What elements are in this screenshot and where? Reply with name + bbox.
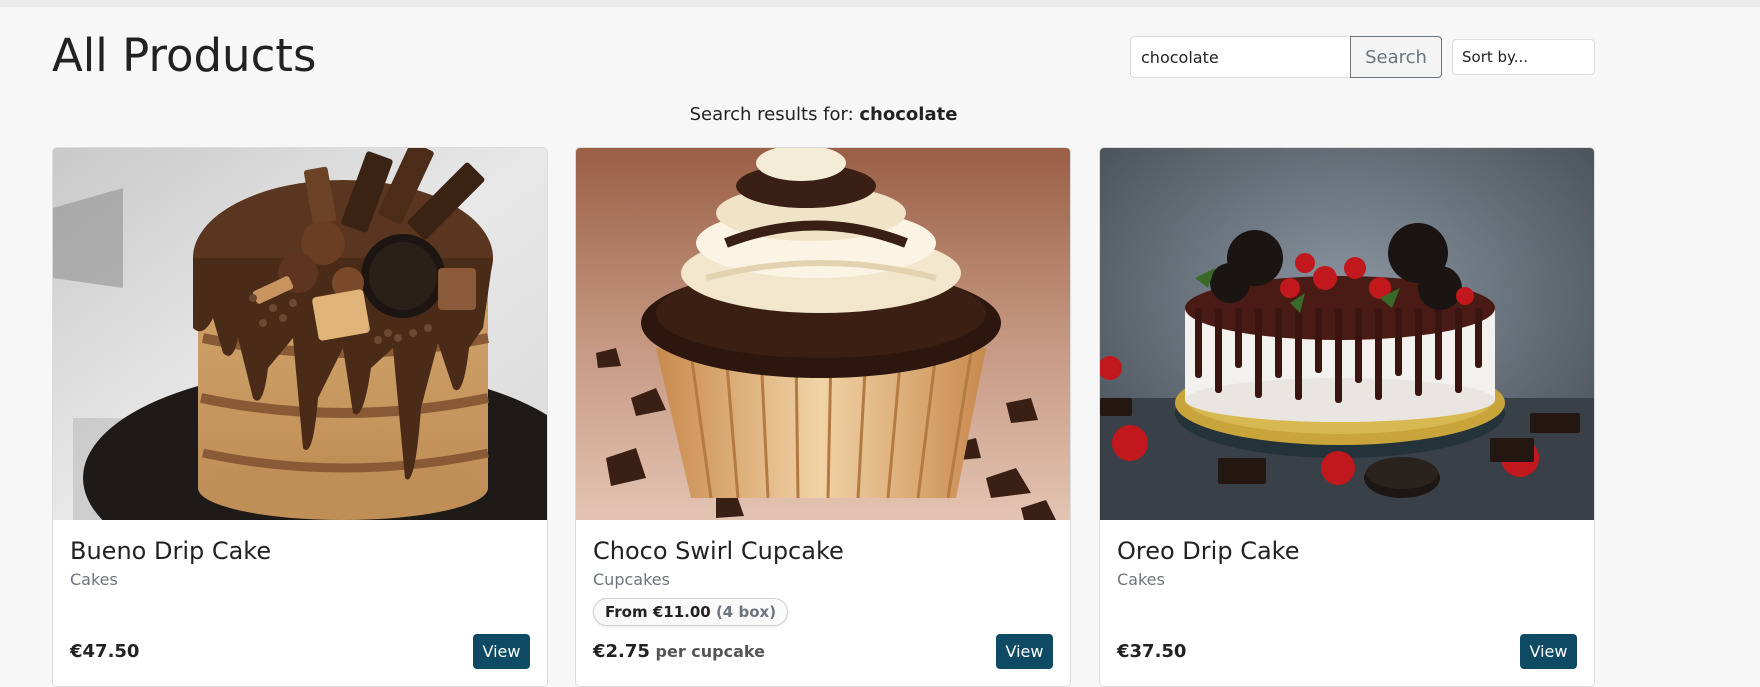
product-price: €37.50 <box>1117 640 1186 664</box>
price-amount: €2.75 <box>593 641 650 662</box>
page-title: All Products <box>52 29 317 82</box>
product-name[interactable]: Choco Swirl Cupcake <box>593 535 844 567</box>
top-bar <box>0 0 1760 7</box>
product-card[interactable]: Oreo Drip Cake Cakes €37.50 View <box>1099 147 1595 687</box>
product-price: €2.75 per cupcake <box>593 640 765 664</box>
product-name[interactable]: Bueno Drip Cake <box>70 535 271 567</box>
product-image[interactable] <box>576 148 1070 520</box>
sort-select[interactable]: Sort by... <box>1452 39 1595 75</box>
product-card[interactable]: Bueno Drip Cake Cakes €47.50 View <box>52 147 548 687</box>
search-button[interactable]: Search <box>1350 36 1442 78</box>
product-card[interactable]: Choco Swirl Cupcake Cupcakes From €11.00… <box>575 147 1071 687</box>
search-results-summary: Search results for: chocolate <box>52 103 1595 127</box>
product-category: Cupcakes <box>593 570 670 589</box>
badge-extra: (4 box) <box>710 603 777 621</box>
view-button[interactable]: View <box>996 634 1053 669</box>
product-price: €47.50 <box>70 640 139 664</box>
product-category: Cakes <box>70 570 118 589</box>
view-button[interactable]: View <box>1520 634 1577 669</box>
search-input[interactable] <box>1130 36 1350 78</box>
badge-main: From €11.00 <box>605 603 711 621</box>
product-image[interactable] <box>1100 148 1594 520</box>
price-unit: per cupcake <box>649 642 765 661</box>
search-results-query: chocolate <box>859 104 958 125</box>
product-category: Cakes <box>1117 570 1165 589</box>
search-results-prefix: Search results for: <box>689 104 860 125</box>
product-image[interactable] <box>53 148 547 520</box>
price-amount: €37.50 <box>1117 641 1187 662</box>
bulk-price-badge: From €11.00 (4 box) <box>593 598 789 626</box>
product-name[interactable]: Oreo Drip Cake <box>1117 535 1299 567</box>
price-amount: €47.50 <box>70 641 140 662</box>
view-button[interactable]: View <box>473 634 530 669</box>
